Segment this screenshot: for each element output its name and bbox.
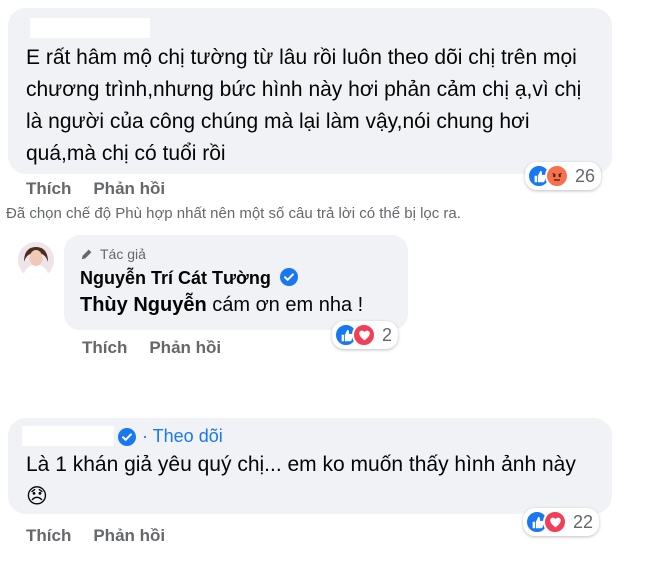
redacted-author-name [22, 426, 114, 446]
like-link[interactable]: Thích [26, 526, 71, 546]
reaction-summary-1[interactable]: 26 [525, 162, 602, 190]
pencil-icon [81, 249, 92, 260]
redacted-author-name [30, 18, 150, 38]
like-link[interactable]: Thích [82, 338, 127, 358]
reaction-summary-3[interactable]: 22 [523, 508, 600, 536]
reply-text: Thùy Nguyễn cám ơn em nha ! [80, 294, 364, 316]
love-icon [352, 323, 376, 347]
reaction-count: 22 [573, 511, 594, 532]
reaction-count: 2 [382, 324, 393, 345]
verified-badge-icon [118, 427, 136, 446]
like-link[interactable]: Thích [26, 179, 71, 199]
reply-actions: Thích Phản hồi [82, 338, 243, 358]
angry-icon [545, 164, 569, 188]
comment-text-1: E rất hâm mộ chị tường từ lâu rồi luôn t… [26, 46, 582, 165]
follow-link[interactable]: · Theo dõi [142, 426, 223, 447]
reply-link[interactable]: Phản hồi [93, 526, 165, 546]
comment-actions-1: Thích Phản hồi [26, 179, 187, 199]
reply-link[interactable]: Phản hồi [93, 179, 165, 199]
author-badge: Tác giả [80, 246, 146, 262]
author-avatar[interactable] [18, 242, 54, 278]
author-name[interactable]: Nguyễn Trí Cát Tường [80, 268, 298, 289]
love-icon [543, 510, 567, 534]
reaction-count: 26 [575, 165, 596, 186]
comment-text-3: Là 1 khán giả yêu quý chị... em ko muốn … [26, 453, 576, 508]
comment-actions-3: Thích Phản hồi [26, 526, 187, 546]
verified-badge-icon [279, 268, 298, 286]
follow-row: · Theo dõi [118, 426, 223, 447]
reply-link[interactable]: Phản hồi [149, 338, 221, 358]
filter-notice: Đã chọn chế độ Phù hợp nhất nên một số c… [6, 205, 461, 222]
reaction-summary-2[interactable]: 2 [332, 321, 399, 349]
mention-link[interactable]: Thùy Nguyễn [80, 294, 207, 316]
